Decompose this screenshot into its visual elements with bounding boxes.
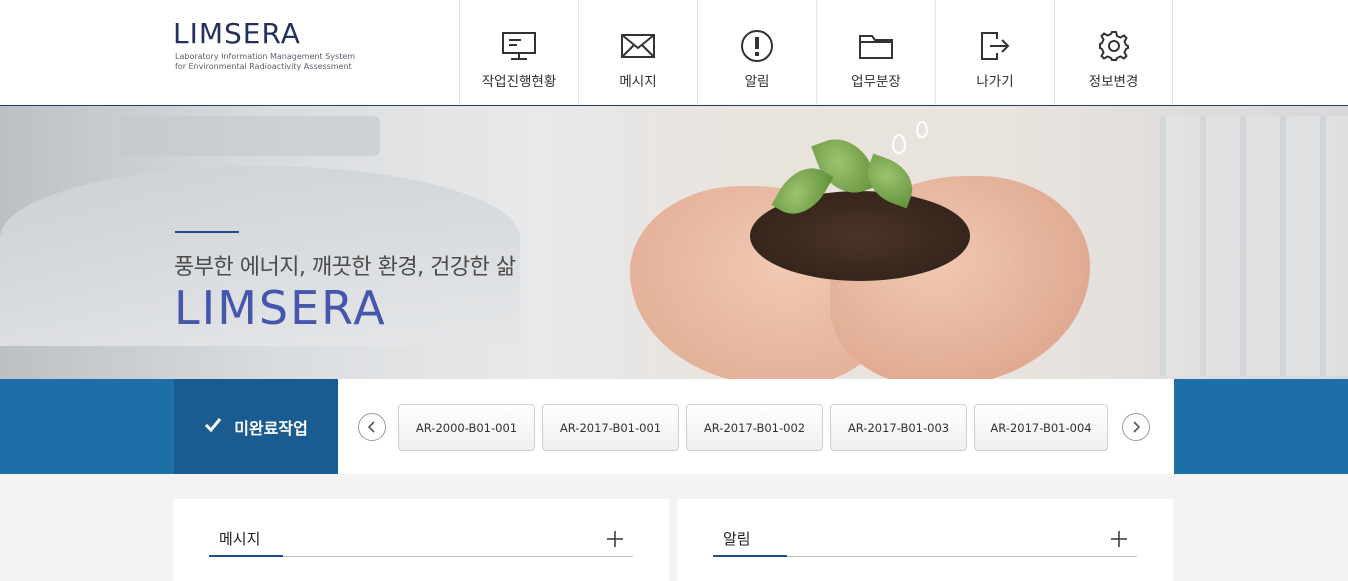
hands-with-seedling-image <box>630 116 1100 379</box>
nav-item-alerts[interactable]: 알림 <box>697 0 816 105</box>
pending-tasks-label: 미완료작업 <box>234 418 308 438</box>
water-drop-icon <box>916 121 928 138</box>
nav-item-work-progress[interactable]: 작업진행현황 <box>459 0 578 105</box>
nav-label: 정보변경 <box>1088 74 1139 90</box>
alerts-panel-header: 알림 <box>713 525 1137 557</box>
messages-panel-title: 메시지 <box>219 530 261 548</box>
alerts-panel: 알림 <box>677 499 1173 581</box>
plus-icon <box>607 531 623 547</box>
nav-item-edit-info[interactable]: 정보변경 <box>1054 0 1173 105</box>
messages-panel: 메시지 <box>173 499 669 581</box>
nav-label: 작업진행현황 <box>481 74 557 90</box>
nav-label: 알림 <box>744 74 770 90</box>
chevron-left-icon <box>367 421 375 433</box>
logo[interactable]: LIMSERA Laboratory Information Managemen… <box>173 18 355 72</box>
nav-label: 메시지 <box>619 74 657 90</box>
logout-icon <box>977 30 1013 62</box>
top-nav: 작업진행현황 메시지 알림 업무분장 나가기 정보변경 <box>459 0 1173 105</box>
nav-label: 나가기 <box>976 74 1014 90</box>
alert-icon <box>739 30 775 62</box>
nav-item-messages[interactable]: 메시지 <box>578 0 697 105</box>
plus-icon <box>1111 531 1127 547</box>
monitor-icon <box>501 30 537 62</box>
logo-subtitle-line-1: Laboratory Information Management System <box>175 52 356 61</box>
check-icon <box>204 417 222 437</box>
task-chip[interactable]: AR-2000-B01-001 <box>398 404 535 451</box>
background-pipe-image <box>120 116 380 156</box>
task-chip[interactable]: AR-2017-B01-004 <box>974 404 1108 451</box>
nav-item-task-assignment[interactable]: 업무분장 <box>816 0 935 105</box>
nav-item-logout[interactable]: 나가기 <box>935 0 1054 105</box>
gear-icon <box>1096 30 1132 62</box>
background-lab-image <box>1160 116 1348 376</box>
chevron-right-icon <box>1133 421 1141 433</box>
hero-banner: 풍부한 에너지, 깨끗한 환경, 건강한 삶 LIMSERA <box>0 106 1348 379</box>
next-tasks-button[interactable] <box>1122 413 1150 441</box>
alerts-more-button[interactable] <box>1109 529 1129 549</box>
alerts-panel-title: 알림 <box>723 530 751 548</box>
panel-title-underline <box>713 555 787 557</box>
banner-brand: LIMSERA <box>174 281 387 335</box>
banner-slogan: 풍부한 에너지, 깨끗한 환경, 건강한 삶 <box>174 255 516 280</box>
messages-panel-header: 메시지 <box>209 525 633 557</box>
nav-label: 업무분장 <box>851 74 901 90</box>
water-drop-icon <box>892 134 906 154</box>
folder-icon <box>858 30 894 62</box>
task-chip[interactable]: AR-2017-B01-002 <box>686 404 823 451</box>
pending-tasks-title: 미완료작업 <box>174 379 338 474</box>
task-chip[interactable]: AR-2017-B01-003 <box>830 404 967 451</box>
logo-title: LIMSERA <box>173 17 301 50</box>
banner-accent-line <box>175 231 239 233</box>
panel-title-underline <box>209 555 283 557</box>
messages-more-button[interactable] <box>605 529 625 549</box>
task-chip[interactable]: AR-2017-B01-001 <box>542 404 679 451</box>
logo-subtitle-line-2: for Environmental Radioactivity Assessme… <box>175 62 352 71</box>
envelope-icon <box>620 30 656 62</box>
header: LIMSERA Laboratory Information Managemen… <box>0 0 1348 106</box>
prev-tasks-button[interactable] <box>358 413 386 441</box>
